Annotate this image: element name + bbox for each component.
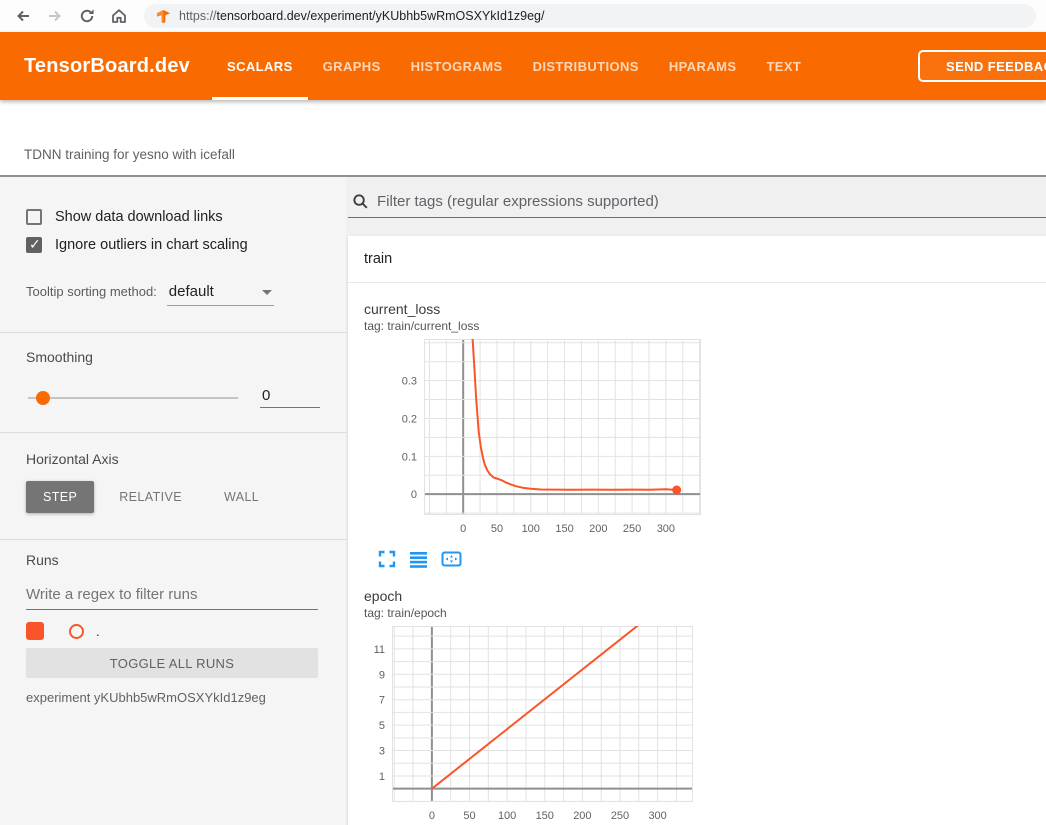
tab-text[interactable]: TEXT xyxy=(751,32,816,100)
chart-current-loss: current_loss tag: train/current_loss 0 50… xyxy=(364,301,711,568)
url-text: https://tensorboard.dev/experiment/yKUbh… xyxy=(179,9,544,23)
tooltip-sorting-dropdown[interactable]: default xyxy=(167,283,274,306)
chart-tag: tag: train/epoch xyxy=(364,606,711,620)
svg-text:11: 11 xyxy=(374,644,385,656)
chart-title: current_loss xyxy=(364,301,711,317)
charts-grid: current_loss tag: train/current_loss 050… xyxy=(348,283,1046,825)
horizontal-axis-label: Horizontal Axis xyxy=(26,451,320,467)
tab-scalars[interactable]: SCALARS xyxy=(212,32,308,100)
runs-filter-input[interactable] xyxy=(26,582,318,610)
app-logo: TensorBoard.dev xyxy=(24,55,190,78)
svg-text:100: 100 xyxy=(522,523,540,535)
svg-text:0: 0 xyxy=(429,810,435,822)
svg-text:300: 300 xyxy=(648,810,666,822)
tab-distributions[interactable]: DISTRIBUTIONS xyxy=(518,32,654,100)
checkbox-label: Ignore outliers in chart scaling xyxy=(55,237,248,253)
checkbox-label: Show data download links xyxy=(55,209,223,225)
chevron-down-icon xyxy=(262,290,272,295)
svg-text:0.3: 0.3 xyxy=(402,376,417,388)
line-chart[interactable]: 0 50 100 150 200 250 300 0 0.1 0.2 0.3 xyxy=(364,339,711,546)
run-checkbox[interactable] xyxy=(26,622,44,640)
axis-wall-button[interactable]: WALL xyxy=(207,481,276,513)
main-content: train current_loss tag: train/current_lo… xyxy=(346,177,1046,825)
filter-tags-row xyxy=(348,187,1046,218)
fit-domain-icon[interactable] xyxy=(441,550,462,568)
run-color-swatch xyxy=(69,624,84,639)
runs-selector-icon[interactable] xyxy=(409,550,428,568)
svg-text:300: 300 xyxy=(657,523,675,535)
experiment-id-line: experiment yKUbhb5wRmOSXYkId1z9eg xyxy=(26,690,320,705)
tooltip-sorting-value: default xyxy=(169,283,214,300)
address-bar[interactable]: https://tensorboard.dev/experiment/yKUbh… xyxy=(144,4,1036,28)
smoothing-value-input[interactable] xyxy=(260,387,320,408)
svg-text:0: 0 xyxy=(460,523,466,535)
toggle-all-runs-button[interactable]: TOGGLE ALL RUNS xyxy=(26,648,318,678)
svg-text:150: 150 xyxy=(536,810,554,822)
svg-text:0.2: 0.2 xyxy=(402,413,417,425)
filter-tags-input[interactable] xyxy=(377,193,1046,210)
send-feedback-button[interactable]: SEND FEEDBACK xyxy=(918,50,1046,82)
experiment-title: TDNN training for yesno with icefall xyxy=(24,147,235,162)
svg-text:250: 250 xyxy=(623,523,641,535)
run-name: . xyxy=(96,624,100,639)
svg-text:0.1: 0.1 xyxy=(402,451,417,463)
svg-text:0: 0 xyxy=(411,489,417,501)
ignore-outliers-checkbox[interactable] xyxy=(26,237,42,253)
axis-step-button[interactable]: STEP xyxy=(26,481,94,513)
tensorboard-favicon xyxy=(156,9,171,24)
runs-label: Runs xyxy=(26,552,320,568)
svg-text:1: 1 xyxy=(379,771,385,783)
smoothing-label: Smoothing xyxy=(26,349,320,365)
svg-text:7: 7 xyxy=(379,695,385,707)
tab-histograms[interactable]: HISTOGRAMS xyxy=(396,32,518,100)
back-icon[interactable] xyxy=(10,3,36,29)
smoothing-slider[interactable] xyxy=(28,391,238,405)
settings-sidebar: Show data download links Ignore outliers… xyxy=(0,177,346,825)
svg-text:9: 9 xyxy=(379,669,385,681)
forward-icon[interactable] xyxy=(42,3,68,29)
reload-icon[interactable] xyxy=(74,3,100,29)
show-download-links-checkbox[interactable] xyxy=(26,209,42,225)
home-icon[interactable] xyxy=(106,3,132,29)
chart-tag: tag: train/current_loss xyxy=(364,319,711,333)
run-row[interactable]: . xyxy=(26,622,320,640)
tab-graphs[interactable]: GRAPHS xyxy=(308,32,396,100)
ignore-outliers-checkbox-row[interactable]: Ignore outliers in chart scaling xyxy=(26,231,320,259)
train-section-header[interactable]: train xyxy=(348,236,1046,283)
tab-hparams[interactable]: HPARAMS xyxy=(654,32,752,100)
slider-thumb[interactable] xyxy=(36,391,50,405)
train-section-card: train current_loss tag: train/current_lo… xyxy=(348,236,1046,825)
svg-text:250: 250 xyxy=(611,810,629,822)
svg-text:100: 100 xyxy=(498,810,516,822)
show-download-links-checkbox-row[interactable]: Show data download links xyxy=(26,203,320,231)
svg-text:50: 50 xyxy=(463,810,475,822)
axis-relative-button[interactable]: RELATIVE xyxy=(102,481,199,513)
browser-toolbar: https://tensorboard.dev/experiment/yKUbh… xyxy=(0,0,1046,32)
svg-text:150: 150 xyxy=(555,523,573,535)
slider-track xyxy=(28,397,238,399)
chart-title: epoch xyxy=(364,588,711,604)
app-header: TensorBoard.dev SCALARS GRAPHS HISTOGRAM… xyxy=(0,32,1046,100)
svg-text:200: 200 xyxy=(589,523,607,535)
experiment-title-strip: TDNN training for yesno with icefall xyxy=(0,100,1046,177)
svg-text:5: 5 xyxy=(379,720,385,732)
main-nav: SCALARS GRAPHS HISTOGRAMS DISTRIBUTIONS … xyxy=(212,32,816,100)
svg-text:3: 3 xyxy=(379,746,385,758)
svg-text:200: 200 xyxy=(573,810,591,822)
chart-epoch: epoch tag: train/epoch 0 50 100 150 200 250 30… xyxy=(364,588,711,825)
search-icon xyxy=(352,193,369,210)
expand-chart-icon[interactable] xyxy=(378,550,396,568)
svg-text:50: 50 xyxy=(491,523,503,535)
line-chart[interactable]: 0 50 100 150 200 250 300 1 3 5 7 9 11 xyxy=(364,626,711,825)
tooltip-sorting-label: Tooltip sorting method: xyxy=(26,284,157,299)
